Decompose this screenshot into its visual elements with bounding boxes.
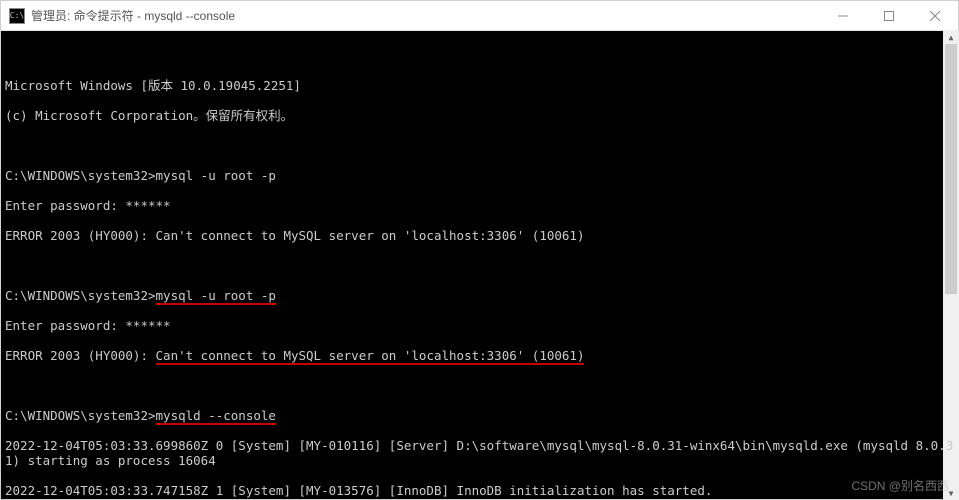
error-prefix: ERROR 2003 (HY000): bbox=[5, 348, 156, 363]
terminal-line: 2022-12-04T05:03:33.747158Z 1 [System] [… bbox=[5, 483, 954, 498]
close-button[interactable] bbox=[912, 1, 958, 30]
minimize-icon bbox=[838, 11, 848, 21]
terminal-line: C:\WINDOWS\system32>mysql -u root -p bbox=[5, 168, 954, 183]
terminal-content: Microsoft Windows [版本 10.0.19045.2251] (… bbox=[5, 63, 954, 499]
maximize-icon bbox=[884, 11, 894, 21]
scrollbar-up-arrow-icon[interactable]: ▲ bbox=[943, 30, 959, 44]
terminal-line: C:\WINDOWS\system32>mysqld --console bbox=[5, 408, 954, 423]
terminal-line: Microsoft Windows [版本 10.0.19045.2251] bbox=[5, 78, 954, 93]
terminal-line: Enter password: ****** bbox=[5, 198, 954, 213]
command-prompt-window: C:\ 管理员: 命令提示符 - mysqld --console Micros… bbox=[0, 0, 959, 500]
terminal-line: C:\WINDOWS\system32>mysql -u root -p bbox=[5, 288, 954, 303]
terminal-line: (c) Microsoft Corporation。保留所有权利。 bbox=[5, 108, 954, 123]
watermark-text: CSDN @别名西西 bbox=[851, 477, 949, 494]
prompt-path: C:\WINDOWS\system32> bbox=[5, 408, 156, 423]
terminal-blank-line bbox=[5, 378, 954, 393]
minimize-button[interactable] bbox=[820, 1, 866, 30]
error-message-highlighted: Can't connect to MySQL server on 'localh… bbox=[156, 348, 585, 365]
command-text-highlighted: mysqld --console bbox=[156, 408, 276, 425]
prompt-path: C:\WINDOWS\system32> bbox=[5, 288, 156, 303]
terminal-output[interactable]: Microsoft Windows [版本 10.0.19045.2251] (… bbox=[1, 31, 958, 499]
window-controls bbox=[820, 1, 958, 30]
terminal-line: 2022-12-04T05:03:33.699860Z 0 [System] [… bbox=[5, 438, 954, 468]
prompt-path: C:\WINDOWS\system32> bbox=[5, 168, 156, 183]
close-icon bbox=[930, 11, 940, 21]
terminal-line: ERROR 2003 (HY000): Can't connect to MyS… bbox=[5, 348, 954, 363]
window-title: 管理员: 命令提示符 - mysqld --console bbox=[31, 7, 820, 24]
command-text: mysql -u root -p bbox=[156, 168, 276, 183]
titlebar[interactable]: C:\ 管理员: 命令提示符 - mysqld --console bbox=[1, 1, 958, 31]
terminal-blank-line bbox=[5, 258, 954, 273]
terminal-line: ERROR 2003 (HY000): Can't connect to MyS… bbox=[5, 228, 954, 243]
maximize-button[interactable] bbox=[866, 1, 912, 30]
terminal-line: Enter password: ****** bbox=[5, 318, 954, 333]
command-text-highlighted: mysql -u root -p bbox=[156, 288, 276, 305]
terminal-blank-line bbox=[5, 138, 954, 153]
app-icon: C:\ bbox=[9, 8, 25, 24]
